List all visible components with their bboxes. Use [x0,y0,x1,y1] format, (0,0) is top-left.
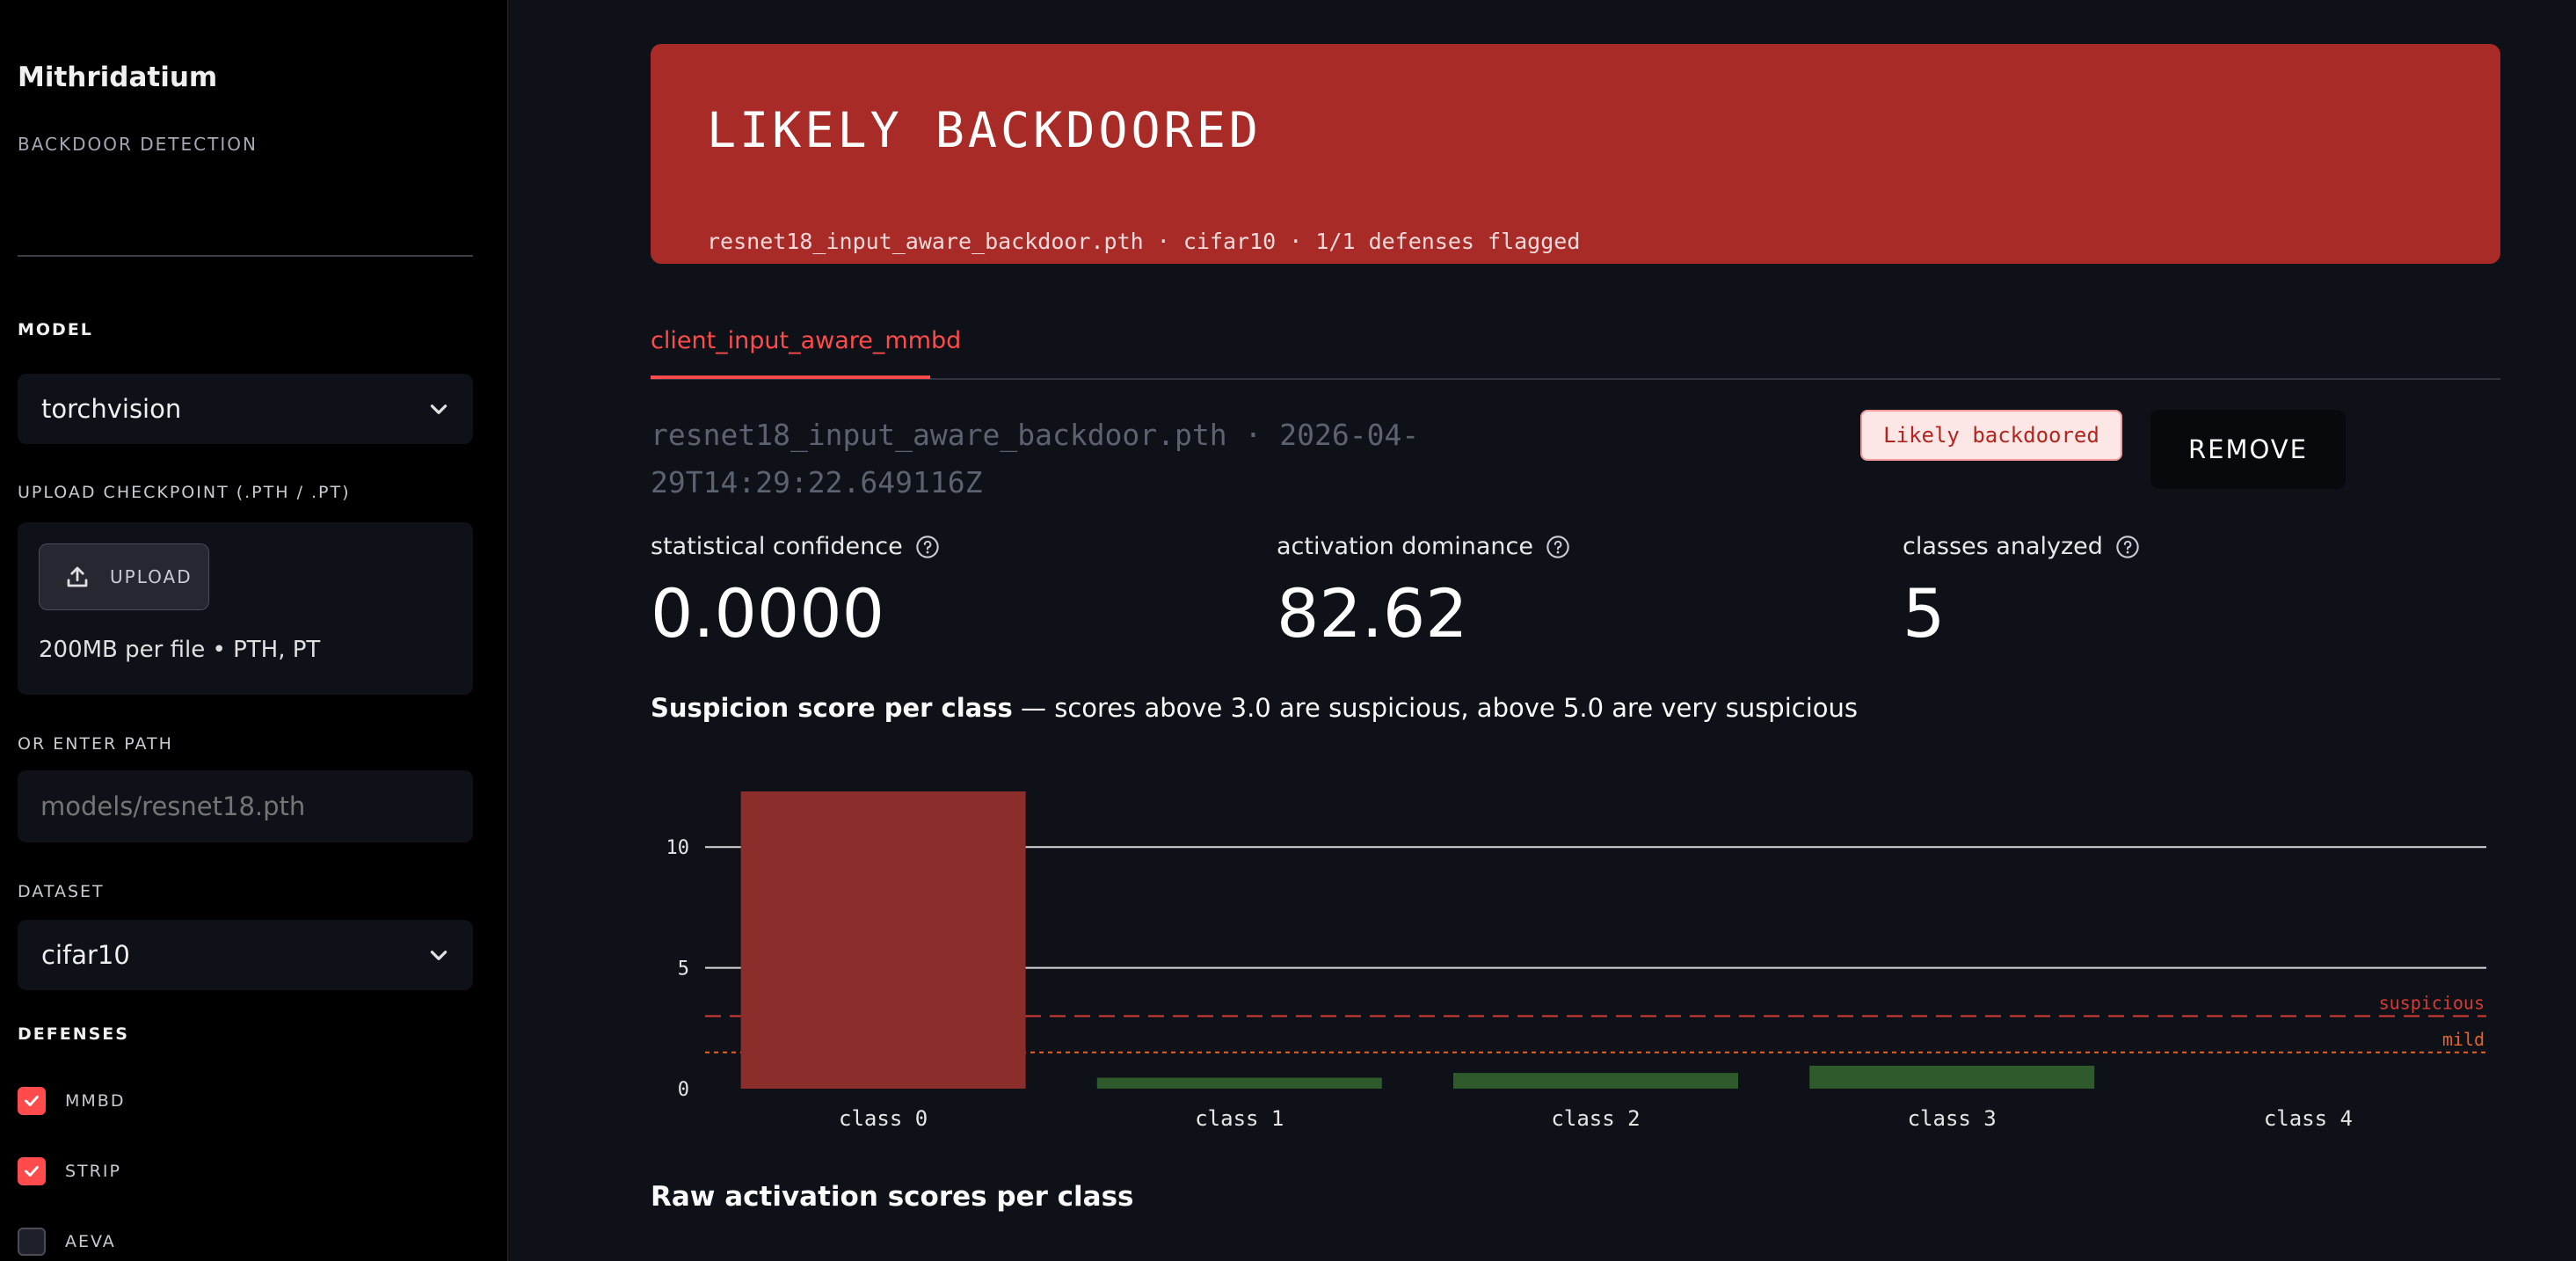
defense-checkbox-aeva[interactable]: AEVA [18,1228,116,1256]
checkbox-unchecked-icon[interactable] [18,1228,46,1256]
x-tick-label: class 1 [1195,1106,1284,1131]
raw-activation-title: Raw activation scores per class [651,1181,1134,1213]
defense-label: AEVA [65,1232,116,1251]
defense-checkbox-strip[interactable]: STRIP [18,1157,121,1185]
upload-dropzone[interactable]: UPLOAD 200MB per file • PTH, PT [18,522,473,695]
defense-label: STRIP [65,1162,121,1181]
run-meta: resnet18_input_aware_backdoor.pth · 2026… [651,418,1420,499]
x-tick-label: class 0 [839,1106,928,1131]
model-label: MODEL [18,320,93,339]
path-input[interactable] [18,770,473,842]
app-title: Mithridatium [18,62,218,93]
metric-statistical-confidence: statistical confidence 0.0000 [651,533,940,652]
bar [1096,1077,1382,1089]
dataset-select-value: cifar10 [41,940,130,970]
x-tick-label: class 3 [1908,1106,1997,1131]
metric-value: 82.62 [1277,574,1468,652]
chart-title: Suspicion score per class — scores above… [651,693,1858,723]
bar [1809,1065,2095,1089]
metric-value: 0.0000 [651,574,884,652]
defense-checkbox-mmbd[interactable]: MMBD [18,1087,125,1115]
bar [1453,1073,1738,1089]
checkbox-checked-icon[interactable] [18,1087,46,1115]
metric-classes-analyzed: classes analyzed 5 [1903,533,2140,652]
upload-icon [67,566,88,587]
sidebar-divider [18,255,473,257]
app-subtitle: BACKDOOR DETECTION [18,134,258,155]
verdict-meta: resnet18_input_aware_backdoor.pth · cifa… [707,229,1581,254]
model-select-value: torchvision [41,394,182,424]
y-tick-label: 10 [666,837,690,859]
metric-activation-dominance: activation dominance 82.62 [1277,533,1570,652]
defense-label: MMBD [65,1091,126,1111]
x-tick-label: class 2 [1551,1106,1640,1131]
metric-value: 5 [1903,574,1946,652]
sidebar: Mithridatium BACKDOOR DETECTION MODEL to… [0,0,508,1261]
remove-button[interactable]: REMOVE [2150,410,2346,489]
metric-label: activation dominance [1277,533,1533,560]
upload-button-label: UPLOAD [110,566,193,587]
y-tick-label: 0 [678,1079,689,1101]
checkbox-checked-icon[interactable] [18,1157,46,1185]
threshold-label: suspicious [2379,993,2485,1014]
x-tick-label: class 4 [2264,1106,2353,1131]
chart-title-bold: Suspicion score per class [651,693,1013,723]
verdict-title: LIKELY BACKDOORED [707,102,1262,158]
defenses-label: DEFENSES [18,1024,129,1044]
chevron-down-icon [430,951,448,960]
status-badge: Likely backdoored [1860,410,2122,461]
bar [740,791,1026,1089]
metric-label: classes analyzed [1903,533,2103,560]
upload-button[interactable]: UPLOAD [39,543,209,610]
chevron-down-icon [430,405,448,414]
verdict-banner: LIKELY BACKDOORED resnet18_input_aware_b… [651,44,2500,264]
tab-client-input-aware-mmbd[interactable]: client_input_aware_mmbd [651,327,961,354]
help-icon[interactable] [2115,535,2140,559]
dataset-select[interactable]: cifar10 [18,920,473,990]
model-select[interactable]: torchvision [18,374,473,444]
help-icon[interactable] [915,535,940,559]
metric-label: statistical confidence [651,533,903,560]
active-tab-indicator [651,375,930,379]
upload-hint: 200MB per file • PTH, PT [39,637,321,663]
chart-title-rest: — scores above 3.0 are suspicious, above… [1012,693,1859,723]
upload-label: UPLOAD CHECKPOINT (.PTH / .PT) [18,483,351,502]
y-tick-label: 5 [678,959,689,980]
suspicion-bar-chart: 0 5 10 suspicious mild class 0 class 1 class 2 c… [666,791,2486,1131]
threshold-label: mild [2442,1029,2485,1050]
dataset-label: DATASET [18,882,105,901]
help-icon[interactable] [1546,535,1570,559]
path-label: OR ENTER PATH [18,734,173,754]
